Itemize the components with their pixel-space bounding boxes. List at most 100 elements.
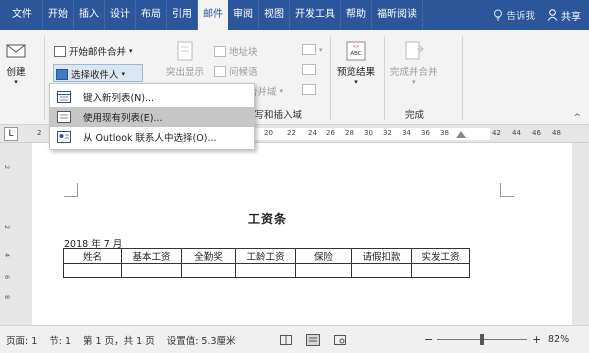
greeting-line-button[interactable]: 问候语 — [214, 64, 258, 78]
margin-corner-mark — [64, 183, 78, 197]
vruler-tick: 8 — [3, 295, 11, 300]
web-layout-icon[interactable] — [333, 334, 346, 345]
table-header-cell[interactable]: 实发工资 — [411, 248, 470, 264]
table-cell[interactable] — [121, 263, 182, 278]
status-page[interactable]: 页面: 1 — [0, 333, 43, 347]
document-icon — [54, 45, 66, 57]
table-cell[interactable] — [181, 263, 236, 278]
select-recipients-menu: 键入新列表(N)... 使用现有列表(E)... 从 Outlook 联系人中选… — [49, 83, 255, 150]
collapse-ribbon-icon[interactable]: ^ — [573, 113, 581, 123]
highlight-merge-fields-button[interactable]: 突出显示 — [166, 40, 204, 78]
vruler-tick: 4 — [3, 253, 11, 258]
document-page[interactable] — [32, 143, 572, 325]
envelope-icon — [6, 44, 26, 58]
rules-icon — [302, 44, 316, 55]
address-icon — [214, 45, 226, 57]
table-header-cell[interactable]: 姓名 — [63, 248, 122, 264]
field-icon — [177, 41, 193, 61]
finish-merge-label: 完成并合并 — [390, 67, 438, 78]
outlook-contacts-icon — [57, 131, 71, 143]
ruler-tick: 36 — [421, 129, 430, 137]
document-canvas — [14, 143, 589, 325]
ruler-tick: 32 — [383, 129, 392, 137]
start-merge-label: 开始邮件合并 — [69, 47, 127, 58]
update-labels-icon — [302, 84, 316, 95]
tab-view[interactable]: 视图 — [259, 0, 290, 30]
table-header-cell[interactable]: 工龄工资 — [235, 248, 296, 264]
create-label: 创建 — [6, 67, 26, 78]
status-pages[interactable]: 第 1 页，共 1 页 — [77, 333, 161, 347]
zoom-in-button[interactable]: + — [532, 333, 541, 346]
select-recipients-button[interactable]: 选择收件人 ▾ — [56, 67, 125, 81]
abc-text: ABC — [350, 51, 361, 57]
share-button[interactable]: 共享 — [547, 8, 589, 23]
vruler-tick: 2 — [3, 225, 11, 230]
ruler-tick: 20 — [264, 129, 273, 137]
right-indent-marker[interactable] — [456, 131, 466, 138]
tab-developer[interactable]: 开发工具 — [290, 0, 341, 30]
tell-me-box[interactable]: 告诉我 — [493, 8, 547, 22]
create-button[interactable]: 创建 ▾ — [4, 40, 28, 86]
tab-design[interactable]: 设计 — [105, 0, 136, 30]
table-cell[interactable] — [411, 263, 470, 278]
tab-references[interactable]: 引用 — [167, 0, 198, 30]
zoom-slider-thumb[interactable] — [480, 334, 484, 345]
finish-merge-icon — [405, 41, 424, 60]
match-fields-button[interactable] — [302, 64, 319, 75]
ruler-tick: 30 — [364, 129, 373, 137]
abc-preview-icon: «»ABC — [346, 41, 366, 61]
read-mode-icon[interactable] — [279, 334, 292, 345]
tab-file[interactable]: 文件 — [0, 0, 43, 30]
table-row — [63, 263, 470, 278]
ruler-tick: 42 — [492, 129, 501, 137]
ribbon-tab-bar: 文件 开始 插入 设计 布局 引用 邮件 审阅 视图 开发工具 帮助 福昕阅读 … — [0, 0, 589, 30]
tab-foxit[interactable]: 福昕阅读 — [372, 0, 423, 30]
tab-insert[interactable]: 插入 — [74, 0, 105, 30]
preview-results-label: 预览结果 — [337, 67, 376, 78]
table-cell[interactable] — [295, 263, 352, 278]
tab-mailings[interactable]: 邮件 — [198, 0, 228, 30]
lightbulb-icon — [494, 9, 503, 21]
document-title: 工资条 — [248, 212, 288, 226]
table-header-cell[interactable]: 请假扣款 — [351, 248, 412, 264]
greeting-icon — [214, 65, 226, 77]
ruler-tick: 24 — [308, 129, 317, 137]
zoom-level[interactable]: 82% — [548, 334, 569, 345]
tab-review[interactable]: 审阅 — [228, 0, 259, 30]
salary-table[interactable]: 姓名 基本工资 全勤奖 工龄工资 保险 请假扣款 实发工资 — [63, 248, 470, 278]
status-section[interactable]: 节: 1 — [43, 333, 77, 347]
ruler-tick: 44 — [512, 129, 521, 137]
address-block-label: 地址块 — [229, 47, 258, 58]
table-header-cell[interactable]: 基本工资 — [121, 248, 182, 264]
table-cell[interactable] — [351, 263, 412, 278]
table-header-cell[interactable]: 全勤奖 — [181, 248, 236, 264]
menu-item-use-existing-list[interactable]: 使用现有列表(E)... — [50, 107, 254, 127]
start-mail-merge-button[interactable]: 开始邮件合并 ▾ — [54, 44, 133, 58]
ruler-tick: 34 — [402, 129, 411, 137]
greeting-label: 问候语 — [229, 67, 258, 78]
tab-help[interactable]: 帮助 — [341, 0, 372, 30]
tab-selector[interactable]: L — [4, 127, 18, 141]
status-setting[interactable]: 设置值: 5.3厘米 — [161, 333, 242, 347]
table-cell[interactable] — [235, 263, 296, 278]
menu-item-outlook-contacts[interactable]: 从 Outlook 联系人中选择(O)... — [50, 127, 254, 147]
rules-button[interactable]: ▾ — [302, 44, 323, 55]
table-cell[interactable] — [63, 263, 122, 278]
group-separator — [384, 36, 385, 120]
ruler-tick: 28 — [345, 129, 354, 137]
update-labels-button[interactable] — [302, 84, 319, 95]
finish-merge-button[interactable]: 完成并合并 ▾ — [390, 40, 438, 86]
vertical-ruler[interactable]: 2 2 4 6 8 — [0, 143, 14, 325]
finish-group-label: 完成 — [405, 110, 425, 121]
table-row: 姓名 基本工资 全勤奖 工龄工资 保险 请假扣款 实发工资 — [63, 248, 470, 264]
address-block-button[interactable]: 地址块 — [214, 44, 258, 58]
table-header-cell[interactable]: 保险 — [295, 248, 352, 264]
zoom-out-button[interactable]: − — [424, 333, 433, 346]
preview-results-button[interactable]: «» ABC 预览结果 ▾ — [337, 40, 375, 86]
tab-home[interactable]: 开始 — [43, 0, 74, 30]
group-separator — [330, 36, 331, 120]
tab-layout[interactable]: 布局 — [136, 0, 167, 30]
print-layout-icon[interactable] — [305, 333, 320, 346]
menu-item-type-new-list[interactable]: 键入新列表(N)... — [50, 87, 254, 107]
ruler-tick: 46 — [532, 129, 541, 137]
